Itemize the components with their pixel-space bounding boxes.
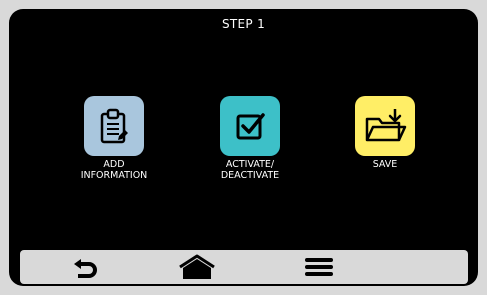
back-arrow-icon xyxy=(74,259,97,278)
save-button[interactable] xyxy=(355,96,415,156)
activate-deactivate-button[interactable] xyxy=(220,96,280,156)
checkbox-icon xyxy=(236,113,265,140)
activate-deactivate-label: ACTIVATE/ DEACTIVATE xyxy=(220,159,280,181)
back-button[interactable] xyxy=(66,253,106,281)
home-button[interactable] xyxy=(177,253,217,281)
device-screen: STEP 1 ADD INFORMATION ACTIVATE/ DEACTIV… xyxy=(9,9,478,286)
save-label: SAVE xyxy=(372,159,398,170)
home-icon xyxy=(179,254,215,279)
activate-deactivate-tile[interactable]: ACTIVATE/ DEACTIVATE xyxy=(195,96,305,181)
add-information-tile[interactable]: ADD INFORMATION xyxy=(59,96,169,181)
clipboard-icon xyxy=(100,108,128,144)
menu-icon xyxy=(305,258,333,276)
save-tile[interactable]: SAVE xyxy=(330,96,440,170)
folder-save-icon xyxy=(365,109,407,142)
add-information-label: ADD INFORMATION xyxy=(80,159,148,181)
menu-button[interactable] xyxy=(299,253,339,281)
bottom-navbar xyxy=(20,250,468,284)
add-information-button[interactable] xyxy=(84,96,144,156)
step-title: STEP 1 xyxy=(221,17,265,31)
